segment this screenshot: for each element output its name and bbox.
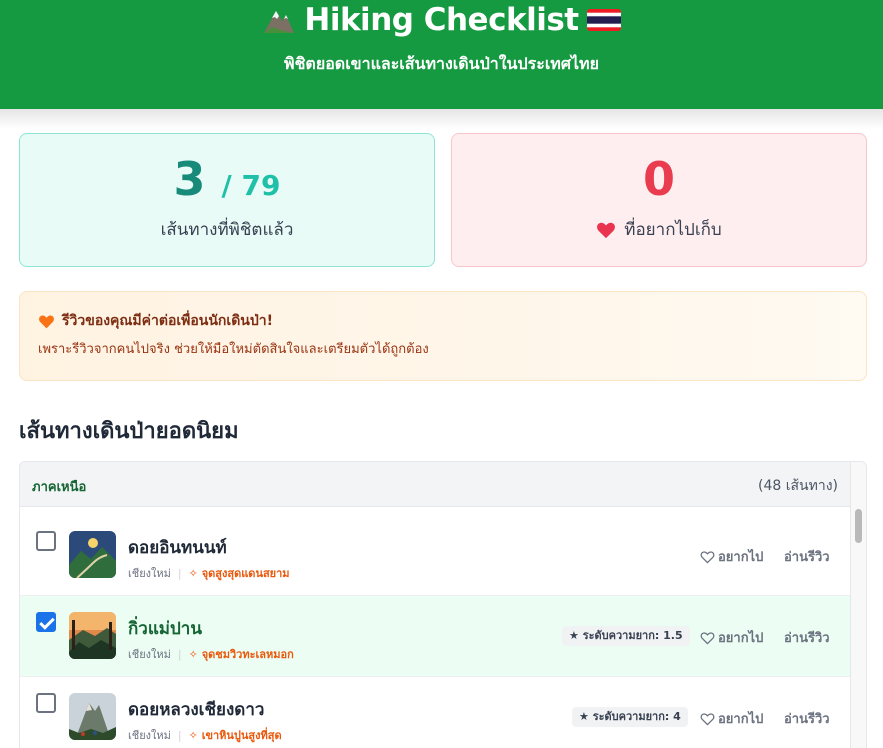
completed-count: 3 (173, 152, 206, 206)
heart-icon (597, 222, 616, 238)
trail-thumbnail (69, 531, 116, 578)
scrollbar-track[interactable] (850, 462, 866, 748)
trail-meta: เชียงใหม่ | ✧ เขาหินปูนสูงที่สุด (128, 726, 282, 744)
wishlist-label-row: ที่อยากไปเก็บ (452, 216, 866, 243)
want-to-go-button[interactable]: อยากไป (700, 627, 763, 648)
region-trail-count: (48 เส้นทาง) (757, 478, 838, 494)
trail-checkbox[interactable] (36, 612, 56, 632)
read-review-link[interactable]: อ่านรีวิว (784, 627, 830, 648)
review-notice-banner: รีวิวของคุณมีค่าต่อเพื่อนนักเดินป่า! เพร… (19, 291, 867, 381)
difficulty-text: ระดับความยาก: 4 (592, 710, 681, 723)
completed-stat-card: 3 / 79 เส้นทางที่พิชิตแล้ว (19, 133, 435, 267)
header-shadow (0, 109, 883, 129)
want-to-go-label: อยากไป (718, 712, 764, 727)
meta-separator: | (177, 647, 182, 661)
completed-count-row: 3 / 79 (20, 152, 434, 206)
trail-highlight-text: จุดสูงสุดแดนสยาม (201, 567, 290, 580)
trail-highlight: ✧ เขาหินปูนสูงที่สุด (189, 726, 282, 744)
difficulty-badge: ★ ระดับความยาก: 4 (572, 707, 688, 727)
page-title-row: Hiking Checklist (0, 2, 883, 38)
trail-province: เชียงใหม่ (128, 567, 171, 580)
meta-separator: | (177, 728, 182, 742)
trail-province: เชียงใหม่ (128, 648, 171, 661)
wishlist-count: 0 (642, 152, 675, 206)
trail-highlight: ✧ จุดสูงสุดแดนสยาม (189, 564, 290, 582)
heart-outline-icon (700, 550, 715, 564)
want-to-go-button[interactable]: อยากไป (700, 546, 763, 567)
read-review-link[interactable]: อ่านรีวิว (784, 546, 830, 567)
total-count: / 79 (221, 169, 281, 202)
trail-name[interactable]: กิ่วแม่ปาน (128, 615, 202, 642)
trail-thumbnail (69, 693, 116, 740)
scrollbar-thumb[interactable] (855, 509, 862, 543)
page-subtitle: พิชิตยอดเขาและเส้นทางเดินป่าในประเทศไทย (284, 54, 599, 73)
region-header[interactable]: ภาคเหนือ (48 เส้นทาง) (20, 462, 852, 507)
page-title: Hiking Checklist (304, 2, 579, 38)
region-name: ภาคเหนือ (32, 480, 87, 495)
trail-highlight-text: เขาหินปูนสูงที่สุด (201, 729, 282, 742)
trail-highlight: ✧ จุดชมวิวทะเลหมอก (189, 645, 294, 663)
orange-heart-icon (39, 314, 54, 328)
mountain-icon (264, 11, 295, 33)
heart-outline-icon (700, 712, 715, 726)
read-review-link[interactable]: อ่านรีวิว (784, 708, 830, 729)
sparkle-icon: ✧ (188, 729, 202, 742)
section-title: เส้นทางเดินป่ายอดนิยม (19, 419, 239, 444)
trail-row: ดอยอินทนนท์ เชียงใหม่ | ✧ จุดสูงสุดแดนสย… (20, 515, 852, 596)
trail-name[interactable]: ดอยอินทนนท์ (128, 534, 227, 561)
meta-separator: | (177, 566, 182, 580)
completed-label-row: เส้นทางที่พิชิตแล้ว (20, 216, 434, 243)
want-to-go-label: อยากไป (718, 550, 764, 565)
notice-body: เพราะรีวิวจากคนไปจริง ช่วยให้มือใหม่ตัดส… (38, 342, 429, 357)
sparkle-icon: ✧ (188, 567, 202, 580)
trail-thumbnail (69, 612, 116, 659)
trail-checkbox[interactable] (36, 531, 56, 551)
wishlist-label: ที่อยากไปเก็บ (624, 220, 722, 240)
want-to-go-button[interactable]: อยากไป (700, 708, 763, 729)
completed-label: เส้นทางที่พิชิตแล้ว (160, 220, 294, 240)
trail-meta: เชียงใหม่ | ✧ จุดสูงสุดแดนสยาม (128, 564, 290, 582)
trail-highlight-text: จุดชมวิวทะเลหมอก (201, 648, 294, 661)
heart-outline-icon (700, 631, 715, 645)
star-icon: ★ (569, 629, 583, 642)
want-to-go-label: อยากไป (718, 631, 764, 646)
trail-checkbox[interactable] (36, 693, 56, 713)
trail-name[interactable]: ดอยหลวงเชียงดาว (128, 696, 264, 723)
page-header: Hiking Checklist พิชิตยอดเขาและเส้นทางเด… (0, 0, 883, 109)
notice-title: รีวิวของคุณมีค่าต่อเพื่อนนักเดินป่า! (62, 313, 273, 329)
star-icon: ★ (579, 710, 593, 723)
difficulty-badge: ★ ระดับความยาก: 1.5 (562, 626, 690, 646)
difficulty-text: ระดับความยาก: 1.5 (582, 629, 683, 642)
trail-row: ดอยหลวงเชียงดาว เชียงใหม่ | ✧ เขาหินปูนส… (20, 677, 852, 748)
notice-title-row: รีวิวของคุณมีค่าต่อเพื่อนนักเดินป่า! (38, 310, 273, 332)
trail-province: เชียงใหม่ (128, 729, 171, 742)
sparkle-icon: ✧ (188, 648, 202, 661)
wishlist-stat-card: 0 ที่อยากไปเก็บ (451, 133, 867, 267)
thai-flag-icon (586, 9, 621, 31)
trail-row: กิ่วแม่ปาน เชียงใหม่ | ✧ จุดชมวิวทะเลหมอ… (20, 596, 852, 677)
trail-meta: เชียงใหม่ | ✧ จุดชมวิวทะเลหมอก (128, 645, 294, 663)
trail-list-panel: ภาคเหนือ (48 เส้นทาง) ดอยอินทนนท์ เชียงใ… (19, 461, 867, 748)
